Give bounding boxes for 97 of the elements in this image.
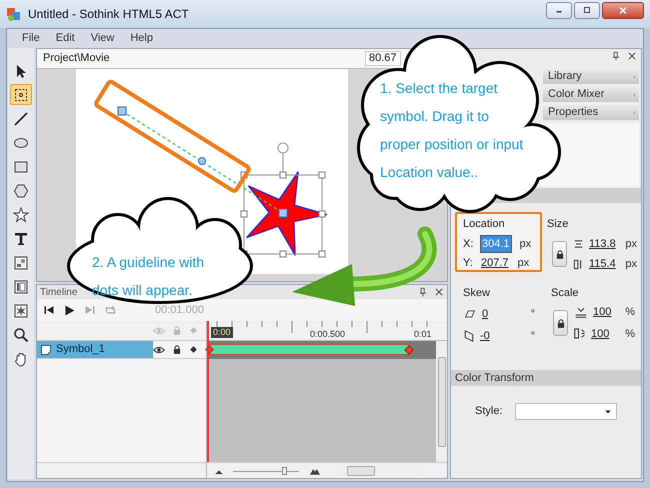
close-icon xyxy=(618,6,628,14)
panel-tab[interactable]: Properties xyxy=(543,105,639,120)
layer-name: Symbol_1 xyxy=(56,342,105,358)
unit-label: px xyxy=(520,236,532,252)
caret-icon xyxy=(604,408,612,414)
unit-label: ° xyxy=(530,328,535,344)
pin-icon xyxy=(611,51,621,61)
scale-height-icon xyxy=(574,327,586,340)
zoom-dropdown[interactable]: 80.67 xyxy=(365,51,401,66)
search-icon xyxy=(13,326,29,342)
keyframe-icon xyxy=(404,345,414,355)
skew-horizontal-icon xyxy=(463,309,477,320)
section-title: Color Transform xyxy=(455,370,534,386)
document-path: Project\Movie xyxy=(43,51,110,66)
timeline-title: Timeline xyxy=(40,286,78,300)
lock-icon xyxy=(172,325,182,336)
line-icon xyxy=(13,110,29,126)
close-icon xyxy=(627,51,637,61)
vertical-scrollbar[interactable] xyxy=(436,341,447,462)
group-title: Scale xyxy=(551,286,580,300)
skip-forward-icon xyxy=(84,304,96,316)
scroll-thumb[interactable] xyxy=(438,356,446,446)
first-frame-button[interactable] xyxy=(43,304,55,316)
menu-item[interactable]: File xyxy=(15,30,47,47)
diamond-icon xyxy=(189,345,198,354)
picture-icon xyxy=(13,254,29,270)
play-button[interactable] xyxy=(63,304,76,316)
style-label: Style: xyxy=(475,404,503,420)
star-icon xyxy=(13,206,29,222)
callout-text: symbol. Drag it to xyxy=(380,108,489,124)
loop-icon xyxy=(104,304,117,316)
maximize-icon xyxy=(582,6,592,14)
scale-width-icon xyxy=(574,306,588,318)
zoom-slider[interactable] xyxy=(233,466,299,474)
pin-icon xyxy=(418,287,428,297)
burst-icon xyxy=(13,302,29,318)
ruler-label: 0:00.500 xyxy=(310,329,346,340)
lock-button[interactable] xyxy=(552,241,567,267)
unit-label: px xyxy=(518,256,530,271)
callout-text: dots will appear. xyxy=(92,282,192,298)
maximize-button[interactable] xyxy=(574,2,600,18)
axis-label: Y: xyxy=(463,256,474,271)
panel-tab[interactable]: Library xyxy=(543,69,639,84)
height-icon xyxy=(573,258,584,270)
hexagon-icon xyxy=(13,182,29,198)
window-title: Untitled - Sothink HTML5 ACT xyxy=(28,6,189,23)
number-field[interactable]: 100 xyxy=(590,326,610,342)
lock-button[interactable] xyxy=(553,310,568,336)
close-icon xyxy=(434,287,444,297)
rectangle-icon xyxy=(13,158,29,174)
axis-label: X: xyxy=(463,236,474,252)
group-title: Location xyxy=(463,217,506,232)
callout-text: Location value.. xyxy=(380,164,478,180)
unit-label: % xyxy=(625,326,635,342)
letter-t-icon xyxy=(13,230,29,246)
number-field[interactable]: 207.7 xyxy=(480,255,510,272)
number-field[interactable]: -0 xyxy=(479,328,491,344)
app-icon xyxy=(6,6,22,22)
number-field[interactable]: 113.8 xyxy=(588,236,617,252)
width-icon xyxy=(573,238,584,249)
slider-thumb[interactable] xyxy=(282,466,287,474)
number-field[interactable]: 0 xyxy=(481,306,490,322)
lock-icon xyxy=(554,248,564,260)
menu-item[interactable]: Edit xyxy=(48,30,82,47)
bounding-box[interactable] xyxy=(240,142,326,258)
number-field[interactable]: 115.4 xyxy=(588,256,617,272)
lock-icon xyxy=(172,344,182,355)
skew-vertical-icon xyxy=(463,328,475,343)
group-title: Skew xyxy=(463,286,491,300)
lock-icon xyxy=(556,318,566,328)
transform-tool-button[interactable] xyxy=(10,84,32,105)
callout-text: proper position or input xyxy=(380,136,524,152)
play-icon xyxy=(63,304,76,316)
unit-label: % xyxy=(625,305,635,320)
menu-item[interactable]: View xyxy=(84,30,122,47)
unit-label: px xyxy=(625,257,637,272)
callout-text: 2. A guideline with xyxy=(92,254,204,270)
number-field[interactable]: 100 xyxy=(592,304,612,320)
group-title: Size xyxy=(547,217,570,232)
unit-label: ° xyxy=(530,307,535,322)
unit-label: px xyxy=(625,236,637,252)
skip-back-icon xyxy=(43,304,55,316)
scroll-thumb[interactable] xyxy=(347,466,375,476)
ruler-label: 0:01 xyxy=(414,329,432,340)
layer-row[interactable]: Symbol_1 xyxy=(37,341,153,358)
layer-icon xyxy=(40,344,52,356)
close-button[interactable] xyxy=(602,2,644,18)
star-tool-button[interactable] xyxy=(10,204,32,225)
menu-item[interactable]: Help xyxy=(123,30,160,47)
time-display: 00:01.000 xyxy=(155,302,204,318)
dashed-square-icon xyxy=(13,86,29,102)
star-shape[interactable] xyxy=(246,171,328,256)
panel-tab[interactable]: Color Mixer xyxy=(543,87,639,102)
callout-text: 1. Select the target xyxy=(380,80,498,96)
diamond-icon xyxy=(189,326,198,335)
panel-icon xyxy=(13,278,29,294)
ruler-label: 0:00 xyxy=(211,327,233,338)
